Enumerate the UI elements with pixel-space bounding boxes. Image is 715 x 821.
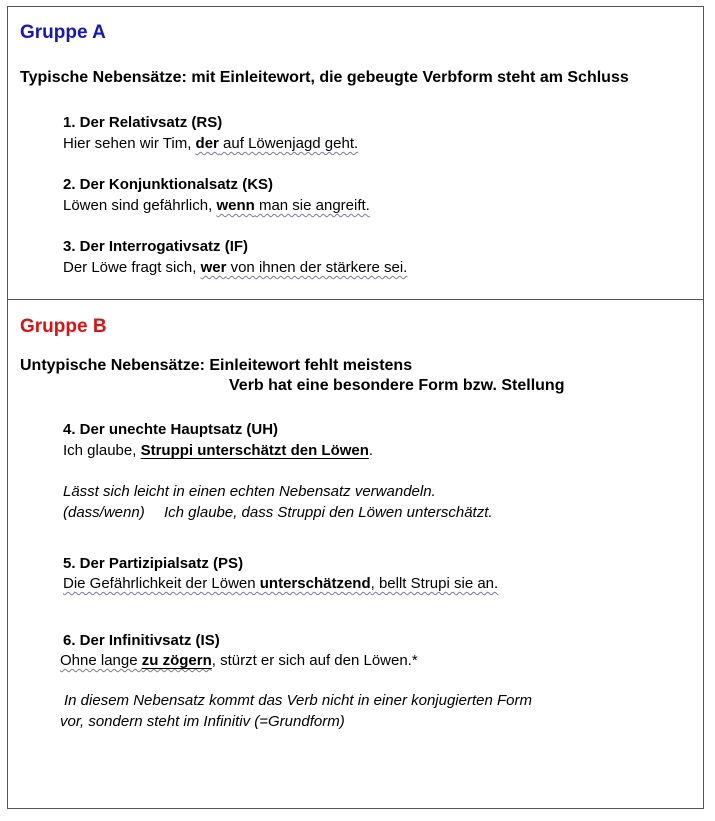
item-2-title: 2. Der Konjunktionalsatz (KS) [63, 176, 274, 193]
item-5-title: 5. Der Partizipialsatz (PS) [63, 555, 244, 572]
item-3-rest: von ihnen der stärkere sei. [226, 259, 408, 276]
item-2-prefix: Löwen sind gefährlich, [63, 197, 217, 214]
group-b-title: Gruppe B [20, 316, 107, 337]
item-5-example: Die Gefährlichkeit der Löwen unterschätz… [63, 575, 498, 592]
item-6-note-line2: vor, sondern steht im Infinitiv (=Grundf… [60, 713, 345, 730]
item-1-clause: der auf Löwenjagd geht. [196, 135, 359, 152]
group-b-heading-line1: Untypische Nebensätze: Einleitewort fehl… [20, 357, 413, 374]
item-3-title: 3. Der Interrogativsatz (IF) [63, 238, 249, 255]
item-3-keyword: wer [200, 259, 227, 276]
item-3-prefix: Der Löwe fragt sich, [63, 259, 201, 276]
item-3-clause: wer von ihnen der stärkere sei. [201, 259, 408, 276]
item-6-title: 6. Der Infinitivsatz (IS) [63, 632, 220, 649]
item-4-note-label: (dass/wenn) [63, 504, 145, 521]
item-1-prefix: Hier sehen wir Tim, [63, 135, 196, 152]
item-4-example: Ich glaube, Struppi unterschätzt den Löw… [63, 442, 373, 459]
item-1-example: Hier sehen wir Tim, der auf Löwenjagd ge… [63, 135, 358, 152]
item-6-prefix: Ohne lange [60, 652, 142, 669]
item-2-keyword: wenn [216, 197, 255, 214]
item-6-rest: , stürzt er sich auf den Löwen.* [211, 652, 418, 669]
item-4-note-example: Ich glaube, dass Struppi den Löwen unter… [164, 504, 493, 521]
item-5-clause: Die Gefährlichkeit der Löwen unterschätz… [63, 575, 371, 592]
item-6-example: Ohne lange zu zögern, stürzt er sich auf… [60, 652, 418, 669]
item-6-clause: Ohne lange zu zögern [60, 652, 212, 669]
item-4-title: 4. Der unechte Hauptsatz (UH) [63, 421, 279, 438]
item-2-example: Löwen sind gefährlich, wenn man sie angr… [63, 197, 370, 214]
item-6-note-line1: In diesem Nebensatz kommt das Verb nicht… [64, 692, 532, 709]
item-5-prefix: Die Gefährlichkeit der Löwen [63, 575, 260, 592]
item-3-example: Der Löwe fragt sich, wer von ihnen der s… [63, 259, 407, 276]
item-6-keyword: zu zögern [141, 652, 212, 669]
group-b-heading-line2: Verb hat eine besondere Form bzw. Stellu… [229, 377, 565, 394]
group-a-title: Gruppe A [20, 22, 106, 43]
item-1-title: 1. Der Relativsatz (RS) [63, 114, 223, 131]
item-1-rest: auf Löwenjagd geht. [218, 135, 359, 152]
item-2-clause: wenn man sie angreift. [216, 197, 369, 214]
item-4-suffix: . [368, 442, 374, 459]
item-4-note: Lässt sich leicht in einen echten Nebens… [63, 483, 436, 500]
item-5-rest: , bellt Strupi sie an. [370, 575, 499, 592]
item-2-rest: man sie angreift. [254, 197, 370, 214]
item-4-prefix: Ich glaube, [63, 442, 141, 459]
group-a-heading: Typische Nebensätze: mit Einleitewort, d… [20, 69, 629, 86]
item-1-keyword: der [195, 135, 219, 152]
item-5-keyword: unterschätzend [259, 575, 371, 592]
item-4-clause: Struppi unterschätzt den Löwen [140, 442, 369, 459]
section-divider [8, 299, 703, 300]
